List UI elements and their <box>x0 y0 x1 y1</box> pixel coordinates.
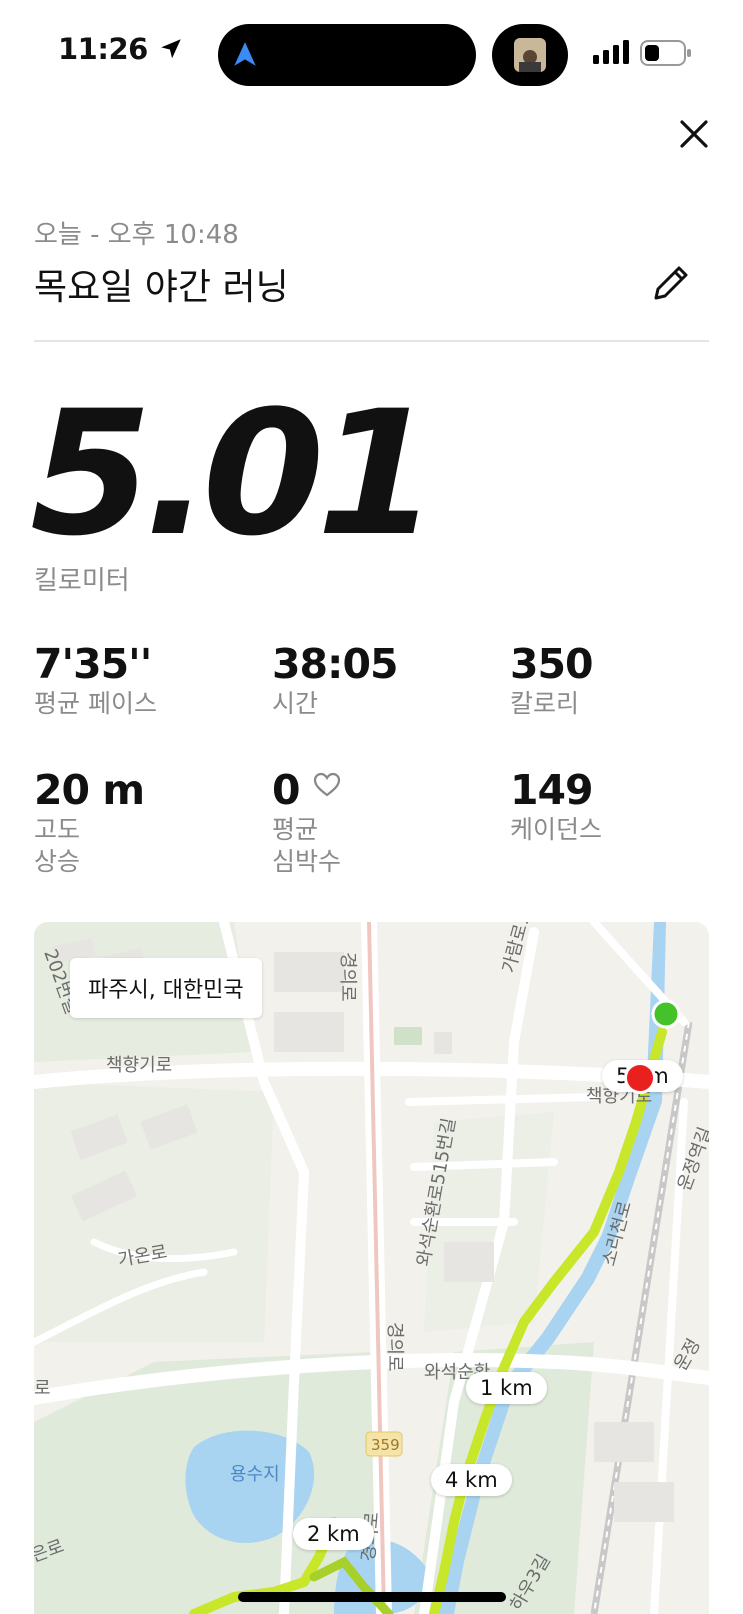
map-canvas: 책향기로 책향기로 와석순환로515번길 가람로116 경의로 경의로 경의로 … <box>34 922 709 1614</box>
stat-label: 시간 <box>272 689 319 718</box>
stat-label-line1: 고도 <box>34 815 81 844</box>
app-thumbnail-icon <box>514 38 546 72</box>
stat-label-line1: 평균 <box>272 815 319 844</box>
home-indicator[interactable] <box>238 1592 506 1602</box>
stat-value: 38:05 <box>272 640 399 688</box>
heart-icon <box>313 772 340 797</box>
stat-label-line2: 심박수 <box>272 847 342 876</box>
stat-heart-rate: 0 평균 심박수 <box>272 766 341 878</box>
stat-label: 칼로리 <box>510 689 580 718</box>
km-marker: 2 km <box>293 1518 374 1550</box>
location-arrow-icon <box>161 39 182 59</box>
stat-pace: 7'35'' 평균 페이스 <box>34 640 157 720</box>
stat-value: 0 <box>272 766 301 814</box>
dynamic-island[interactable] <box>218 24 476 86</box>
divider <box>34 340 709 342</box>
navigation-arrow-icon <box>234 42 256 66</box>
battery-icon <box>640 40 691 66</box>
stat-label-line2: 상승 <box>34 847 81 876</box>
status-time: 11:26 <box>58 32 185 66</box>
stat-calories: 350 칼로리 <box>510 640 594 720</box>
pencil-icon[interactable] <box>648 260 694 306</box>
stat-label: 케이던스 <box>510 815 603 844</box>
activity-datetime: 오늘 - 오후 10:48 <box>34 220 239 250</box>
svg-text:359: 359 <box>371 1436 400 1454</box>
svg-text:용수지: 용수지 <box>230 1464 280 1485</box>
svg-text:경의로: 경의로 <box>337 952 358 1002</box>
signal-icon <box>593 40 629 64</box>
stat-value-wrap: 0 <box>272 766 341 814</box>
svg-text:로: 로 <box>34 1378 51 1399</box>
svg-text:책향기로: 책향기로 <box>106 1055 172 1076</box>
km-marker: 1 km <box>466 1372 547 1404</box>
distance-unit: 킬로미터 <box>34 566 130 596</box>
stat-value: 350 <box>510 640 594 688</box>
activity-title: 목요일 야간 러닝 <box>34 267 289 308</box>
close-icon[interactable] <box>672 112 716 156</box>
stat-cadence: 149 케이던스 <box>510 766 602 846</box>
stat-value: 20 m <box>34 766 145 814</box>
stat-elevation: 20 m 고도 상승 <box>34 766 145 878</box>
map-location-chip: 파주시, 대한민국 <box>70 958 262 1018</box>
stat-value: 7'35'' <box>34 640 152 688</box>
route-end-marker <box>624 1062 656 1094</box>
km-marker: 4 km <box>431 1464 512 1496</box>
stat-value: 149 <box>510 766 594 814</box>
route-map[interactable]: 책향기로 책향기로 와석순환로515번길 가람로116 경의로 경의로 경의로 … <box>34 922 709 1614</box>
distance-value: 5.01 <box>30 373 438 574</box>
stat-time: 38:05 시간 <box>272 640 399 720</box>
svg-text:경의로: 경의로 <box>384 1322 405 1372</box>
stat-label: 평균 페이스 <box>34 689 157 718</box>
status-time-text: 11:26 <box>58 32 148 66</box>
